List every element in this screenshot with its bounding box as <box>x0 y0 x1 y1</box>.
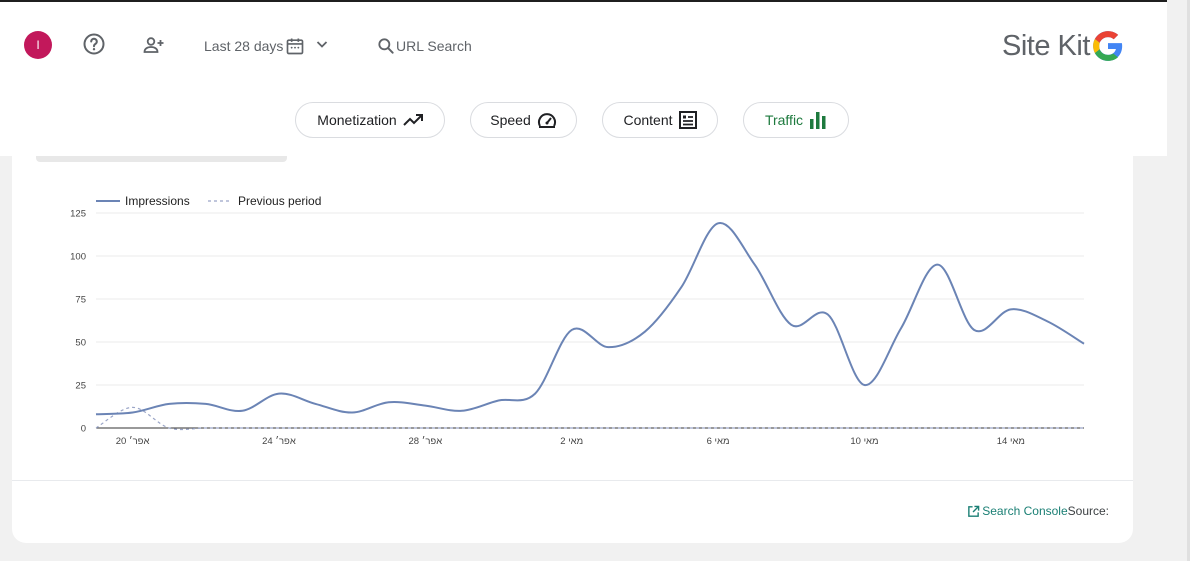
header-bar: I Last 28 days URL Search Site Kit Monet… <box>0 2 1167 156</box>
bar-chart-icon <box>810 112 826 129</box>
impressions-chart: 0 25 50 75 100 125 20 אפר׳ 24 אפר׳ 28 אפר׳ 2 מאי… <box>70 194 1085 447</box>
source-label: Source: <box>1067 504 1109 518</box>
nav-chip-speed[interactable]: Speed <box>470 102 577 138</box>
y-tick-label: 25 <box>75 381 86 392</box>
avatar-initial: I <box>36 38 40 52</box>
y-tick-label: 0 <box>81 424 86 435</box>
trending-up-icon <box>402 114 423 126</box>
source-link-label: Search Console <box>982 504 1068 518</box>
site-kit-logo: Site Kit <box>1002 28 1125 64</box>
x-tick-label: 6 מאי <box>707 436 730 447</box>
article-icon <box>678 111 697 129</box>
x-tick-label: 14 מאי <box>997 436 1025 447</box>
y-tick-label: 75 <box>75 295 86 306</box>
x-tick-label: 2 מאי <box>560 436 583 447</box>
google-g-logo <box>1093 31 1123 61</box>
legend-label-previous: Previous period <box>238 194 321 208</box>
chevron-down-icon[interactable] <box>314 36 330 52</box>
traffic-card: 0 25 50 75 100 125 20 אפר׳ 24 אפר׳ 28 אפר׳ 2 מאי… <box>12 120 1133 543</box>
nav-chip-content[interactable]: Content <box>602 102 718 138</box>
y-tick-label: 100 <box>70 252 86 263</box>
legend-label-impressions: Impressions <box>125 194 190 208</box>
search-icon <box>378 38 394 54</box>
chip-label: Content <box>623 112 673 128</box>
x-tick-label: 28 אפר׳ <box>408 436 442 447</box>
date-range-selector[interactable]: Last 28 days <box>204 35 305 57</box>
external-link-icon <box>968 505 980 517</box>
nav-chip-traffic[interactable]: Traffic <box>743 102 849 138</box>
impressions-line <box>95 222 1085 416</box>
x-tick-label: 24 אפר׳ <box>262 436 296 447</box>
card-divider <box>12 480 1133 481</box>
avatar[interactable]: I <box>24 31 52 59</box>
y-tick-label: 50 <box>75 338 86 349</box>
x-tick-label: 10 מאי <box>850 436 878 447</box>
add-user-icon[interactable] <box>142 33 166 57</box>
search-console-link[interactable]: Search Console <box>967 504 1068 518</box>
source-attribution: Search Console Source: <box>967 504 1109 518</box>
calendar-icon <box>287 38 304 55</box>
chip-label: Traffic <box>764 112 804 128</box>
x-tick-label: 20 אפר׳ <box>116 436 150 447</box>
chip-label: Monetization <box>317 112 397 128</box>
date-range-label: Last 28 days <box>204 38 284 54</box>
chip-label: Speed <box>490 112 531 128</box>
help-icon[interactable] <box>82 32 106 56</box>
nav-chip-monetization[interactable]: Monetization <box>295 102 445 138</box>
url-search-label: URL Search <box>396 38 472 54</box>
logo-text: Site Kit <box>1002 29 1090 62</box>
y-tick-label: 125 <box>70 209 86 220</box>
speedometer-icon <box>537 113 556 128</box>
url-search-button[interactable]: URL Search <box>376 35 472 57</box>
